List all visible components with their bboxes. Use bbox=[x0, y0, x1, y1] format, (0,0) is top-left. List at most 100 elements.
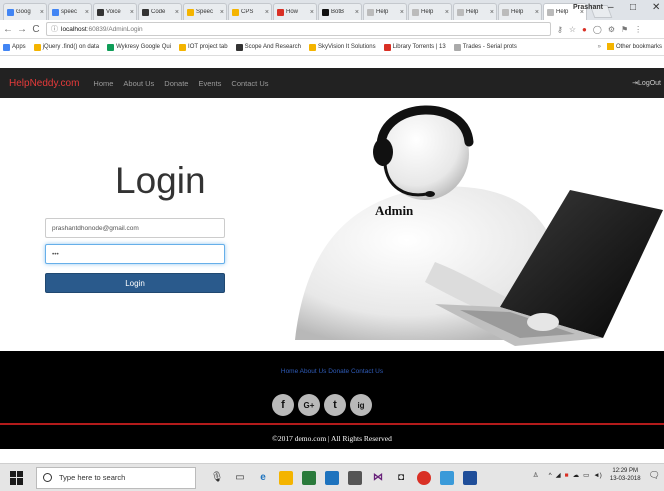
tab-close-icon[interactable]: × bbox=[400, 9, 404, 16]
browser-menu-icon[interactable]: ⋮ bbox=[634, 25, 642, 34]
bookmark-item[interactable]: Trades - Serial prots bbox=[453, 43, 517, 51]
browser-tab[interactable]: Help × bbox=[498, 3, 542, 20]
bookmark-item[interactable]: IOT project tab bbox=[179, 43, 228, 51]
app-dark-icon[interactable] bbox=[348, 470, 362, 485]
store-icon[interactable] bbox=[302, 470, 316, 485]
nav-link-events[interactable]: Events bbox=[198, 79, 221, 88]
address-bar-row: ← → C ⓘ localhost :60839/AdminLogin ⚷ ☆ … bbox=[0, 20, 664, 39]
tab-close-icon[interactable]: × bbox=[310, 9, 314, 16]
bookmark-item[interactable]: SkyVision It Solutions bbox=[308, 43, 376, 51]
nav-link-contact[interactable]: Contact Us bbox=[231, 79, 268, 88]
clock-time: 12:29 PM bbox=[612, 468, 639, 474]
bookmark-item[interactable]: Scope And Research bbox=[235, 43, 301, 51]
tab-favicon-icon bbox=[97, 8, 104, 16]
file-explorer-icon[interactable] bbox=[279, 470, 293, 485]
tab-close-icon[interactable]: × bbox=[265, 9, 269, 16]
logout-link[interactable]: ⇥LogOut bbox=[632, 79, 661, 87]
browser-tab[interactable]: How × bbox=[273, 3, 317, 20]
chevron-double-right-icon[interactable]: » bbox=[598, 44, 601, 50]
bookmark-item[interactable]: Apps bbox=[3, 43, 26, 51]
password-field[interactable]: ••• bbox=[45, 244, 225, 264]
url-input[interactable]: ⓘ localhost :60839/AdminLogin bbox=[46, 22, 551, 36]
browser-tab[interactable]: Help × bbox=[453, 3, 497, 20]
tab-close-icon[interactable]: × bbox=[85, 9, 89, 16]
close-window-button[interactable]: ✕ bbox=[652, 2, 660, 13]
star-icon[interactable]: ☆ bbox=[569, 25, 576, 34]
browser-tab[interactable]: Speec × bbox=[183, 3, 227, 20]
forward-button[interactable]: → bbox=[16, 24, 28, 35]
nav-link-donate[interactable]: Donate bbox=[164, 79, 188, 88]
taskbar-search-input[interactable]: Type here to search bbox=[36, 466, 196, 489]
browser-tab[interactable]: Help × bbox=[408, 3, 452, 20]
camera-icon[interactable]: ◘ bbox=[394, 471, 408, 485]
tab-close-icon[interactable]: × bbox=[535, 9, 539, 16]
tab-close-icon[interactable]: × bbox=[40, 9, 44, 16]
footer-links[interactable]: Home About Us Donate Contact Us bbox=[0, 368, 664, 375]
tab-close-icon[interactable]: × bbox=[355, 9, 359, 16]
windows-start-icon[interactable] bbox=[10, 470, 24, 485]
bookmark-item[interactable]: jQuery .find() on data bbox=[33, 43, 99, 51]
volume-icon[interactable]: ◄) bbox=[593, 472, 602, 479]
extension-red-icon[interactable]: ● bbox=[582, 25, 587, 34]
site-brand[interactable]: HelpNeddy.com bbox=[9, 78, 79, 89]
twitter-icon[interactable]: t bbox=[324, 394, 346, 416]
bookmark-item[interactable]: Library Torrents | 13 bbox=[383, 43, 446, 51]
browser-tab[interactable]: CPS × bbox=[228, 3, 272, 20]
cloud-icon[interactable]: ☁ bbox=[573, 471, 580, 479]
microphone-icon[interactable]: 🎙 bbox=[210, 471, 224, 485]
task-view-icon[interactable]: ▭ bbox=[233, 471, 247, 485]
chrome-icon[interactable] bbox=[417, 470, 431, 485]
login-button[interactable]: Login bbox=[45, 273, 225, 293]
headset-mic bbox=[425, 191, 435, 197]
tab-close-icon[interactable]: × bbox=[220, 9, 224, 16]
battery-icon[interactable]: ▭ bbox=[583, 471, 589, 479]
nav-link-home[interactable]: Home bbox=[93, 79, 113, 88]
taskbar-search-placeholder: Type here to search bbox=[59, 473, 126, 482]
tab-close-icon[interactable]: × bbox=[445, 9, 449, 16]
facebook-icon[interactable]: f bbox=[272, 394, 294, 416]
instagram-icon[interactable]: ig bbox=[350, 394, 372, 416]
word-icon[interactable] bbox=[463, 470, 477, 485]
browser-tab[interactable]: Help × bbox=[363, 3, 407, 20]
browser-tab[interactable]: Voice × bbox=[93, 3, 137, 20]
bookmark-favicon-icon bbox=[33, 43, 41, 51]
visual-studio-icon[interactable]: ⋈ bbox=[371, 471, 385, 485]
browser-tab[interactable]: speec × bbox=[48, 3, 92, 20]
tab-close-icon[interactable]: × bbox=[175, 9, 179, 16]
browser-tab[interactable]: Goog × bbox=[3, 3, 47, 20]
browser-tab-bar: Goog × speec × Voice × Code × Speec × CPS × How × BotB… bbox=[0, 0, 664, 20]
back-button[interactable]: ← bbox=[2, 24, 14, 35]
google-plus-icon[interactable]: G+ bbox=[298, 394, 320, 416]
bookmark-item[interactable]: Wykresy Google Qui bbox=[107, 43, 171, 51]
other-bookmarks[interactable]: » Other bookmarks bbox=[598, 43, 662, 50]
bookmark-label: IOT project tab bbox=[188, 44, 228, 50]
extension-circle-icon[interactable]: ◯ bbox=[593, 25, 602, 34]
mail-icon[interactable] bbox=[325, 470, 339, 485]
reload-button[interactable]: C bbox=[30, 24, 42, 35]
network-icon[interactable]: ◢ bbox=[556, 471, 561, 479]
browser-profile-name[interactable]: Prashant bbox=[573, 4, 603, 11]
edge-icon[interactable]: e bbox=[256, 471, 270, 485]
nav-link-about[interactable]: About Us bbox=[123, 79, 154, 88]
browser-tab[interactable]: Code × bbox=[138, 3, 182, 20]
maximize-button[interactable]: □ bbox=[630, 2, 636, 13]
chevron-up-icon[interactable]: ^ bbox=[549, 472, 552, 479]
minimize-button[interactable]: – bbox=[608, 2, 614, 13]
tab-favicon-icon bbox=[7, 8, 14, 16]
tab-favicon-icon bbox=[322, 8, 329, 16]
clock[interactable]: 12:29 PM 13-03-2018 bbox=[610, 467, 641, 483]
headset-earpiece bbox=[373, 138, 393, 166]
people-icon[interactable]: ♙ bbox=[533, 471, 539, 479]
antivirus-icon[interactable]: ■ bbox=[565, 472, 569, 479]
paint-icon[interactable] bbox=[440, 470, 454, 485]
notifications-icon[interactable]: 🗨 bbox=[649, 470, 660, 481]
tab-title: CPS bbox=[241, 9, 254, 15]
browser-tab[interactable]: BotB × bbox=[318, 3, 362, 20]
email-field[interactable]: prashantdhonode@gmail.com bbox=[45, 218, 225, 238]
tab-close-icon[interactable]: × bbox=[490, 9, 494, 16]
tab-close-icon[interactable]: × bbox=[130, 9, 134, 16]
extension-gear-icon[interactable]: ⚙ bbox=[608, 25, 615, 34]
key-icon[interactable]: ⚷ bbox=[557, 25, 563, 34]
extension-flag-icon[interactable]: ⚑ bbox=[621, 25, 628, 34]
site-info-icon[interactable]: ⓘ bbox=[51, 24, 58, 34]
